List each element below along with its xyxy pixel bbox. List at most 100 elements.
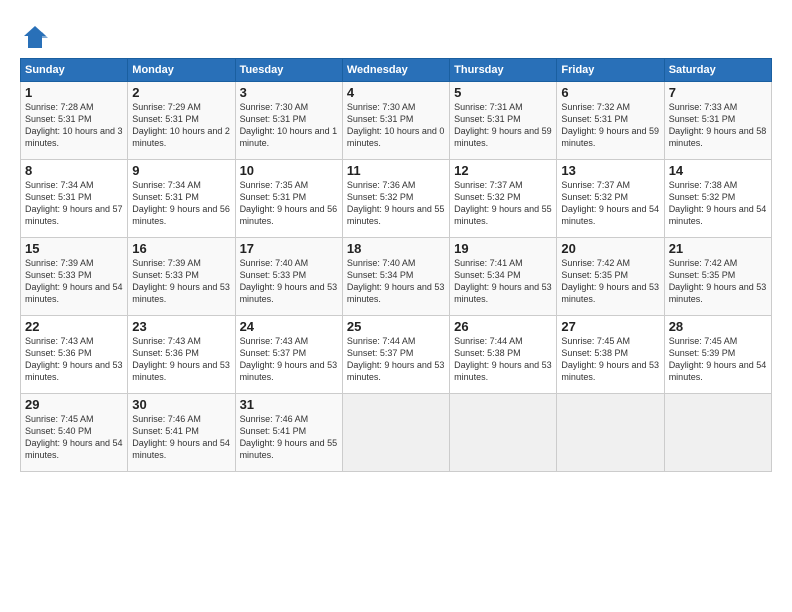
day-number: 2 <box>132 85 230 100</box>
calendar-cell: 13 Sunrise: 7:37 AM Sunset: 5:32 PM Dayl… <box>557 160 664 238</box>
calendar-cell <box>342 394 449 472</box>
calendar-row: 22 Sunrise: 7:43 AM Sunset: 5:36 PM Dayl… <box>21 316 772 394</box>
calendar-cell: 4 Sunrise: 7:30 AM Sunset: 5:31 PM Dayli… <box>342 82 449 160</box>
day-number: 4 <box>347 85 445 100</box>
calendar-cell: 8 Sunrise: 7:34 AM Sunset: 5:31 PM Dayli… <box>21 160 128 238</box>
day-number: 31 <box>240 397 338 412</box>
day-info: Sunrise: 7:39 AM Sunset: 5:33 PM Dayligh… <box>132 257 230 306</box>
day-number: 27 <box>561 319 659 334</box>
day-number: 26 <box>454 319 552 334</box>
day-info: Sunrise: 7:30 AM Sunset: 5:31 PM Dayligh… <box>347 101 445 150</box>
day-number: 1 <box>25 85 123 100</box>
day-number: 8 <box>25 163 123 178</box>
day-info: Sunrise: 7:45 AM Sunset: 5:40 PM Dayligh… <box>25 413 123 462</box>
calendar-cell: 28 Sunrise: 7:45 AM Sunset: 5:39 PM Dayl… <box>664 316 771 394</box>
day-info: Sunrise: 7:44 AM Sunset: 5:37 PM Dayligh… <box>347 335 445 384</box>
calendar-cell: 23 Sunrise: 7:43 AM Sunset: 5:36 PM Dayl… <box>128 316 235 394</box>
day-info: Sunrise: 7:28 AM Sunset: 5:31 PM Dayligh… <box>25 101 123 150</box>
day-info: Sunrise: 7:43 AM Sunset: 5:36 PM Dayligh… <box>25 335 123 384</box>
day-number: 28 <box>669 319 767 334</box>
calendar-cell: 20 Sunrise: 7:42 AM Sunset: 5:35 PM Dayl… <box>557 238 664 316</box>
day-info: Sunrise: 7:42 AM Sunset: 5:35 PM Dayligh… <box>669 257 767 306</box>
day-number: 10 <box>240 163 338 178</box>
day-info: Sunrise: 7:42 AM Sunset: 5:35 PM Dayligh… <box>561 257 659 306</box>
day-info: Sunrise: 7:46 AM Sunset: 5:41 PM Dayligh… <box>240 413 338 462</box>
day-info: Sunrise: 7:31 AM Sunset: 5:31 PM Dayligh… <box>454 101 552 150</box>
day-number: 30 <box>132 397 230 412</box>
weekday-header: Monday <box>128 59 235 82</box>
weekday-header: Thursday <box>450 59 557 82</box>
calendar-cell: 6 Sunrise: 7:32 AM Sunset: 5:31 PM Dayli… <box>557 82 664 160</box>
calendar-cell <box>450 394 557 472</box>
calendar-cell: 19 Sunrise: 7:41 AM Sunset: 5:34 PM Dayl… <box>450 238 557 316</box>
day-number: 15 <box>25 241 123 256</box>
calendar-cell: 26 Sunrise: 7:44 AM Sunset: 5:38 PM Dayl… <box>450 316 557 394</box>
calendar-cell <box>664 394 771 472</box>
day-info: Sunrise: 7:29 AM Sunset: 5:31 PM Dayligh… <box>132 101 230 150</box>
day-number: 17 <box>240 241 338 256</box>
day-info: Sunrise: 7:34 AM Sunset: 5:31 PM Dayligh… <box>25 179 123 228</box>
calendar-header: SundayMondayTuesdayWednesdayThursdayFrid… <box>21 59 772 82</box>
day-info: Sunrise: 7:43 AM Sunset: 5:37 PM Dayligh… <box>240 335 338 384</box>
day-number: 24 <box>240 319 338 334</box>
day-info: Sunrise: 7:32 AM Sunset: 5:31 PM Dayligh… <box>561 101 659 150</box>
day-info: Sunrise: 7:38 AM Sunset: 5:32 PM Dayligh… <box>669 179 767 228</box>
day-number: 7 <box>669 85 767 100</box>
calendar-row: 15 Sunrise: 7:39 AM Sunset: 5:33 PM Dayl… <box>21 238 772 316</box>
calendar-table: SundayMondayTuesdayWednesdayThursdayFrid… <box>20 58 772 472</box>
day-number: 11 <box>347 163 445 178</box>
weekday-header: Wednesday <box>342 59 449 82</box>
calendar-cell: 12 Sunrise: 7:37 AM Sunset: 5:32 PM Dayl… <box>450 160 557 238</box>
weekday-header: Sunday <box>21 59 128 82</box>
calendar-cell: 9 Sunrise: 7:34 AM Sunset: 5:31 PM Dayli… <box>128 160 235 238</box>
calendar-cell: 18 Sunrise: 7:40 AM Sunset: 5:34 PM Dayl… <box>342 238 449 316</box>
calendar-cell: 14 Sunrise: 7:38 AM Sunset: 5:32 PM Dayl… <box>664 160 771 238</box>
calendar-cell: 25 Sunrise: 7:44 AM Sunset: 5:37 PM Dayl… <box>342 316 449 394</box>
day-info: Sunrise: 7:36 AM Sunset: 5:32 PM Dayligh… <box>347 179 445 228</box>
weekday-header: Friday <box>557 59 664 82</box>
day-info: Sunrise: 7:41 AM Sunset: 5:34 PM Dayligh… <box>454 257 552 306</box>
day-info: Sunrise: 7:30 AM Sunset: 5:31 PM Dayligh… <box>240 101 338 150</box>
calendar-cell: 31 Sunrise: 7:46 AM Sunset: 5:41 PM Dayl… <box>235 394 342 472</box>
day-number: 6 <box>561 85 659 100</box>
day-number: 19 <box>454 241 552 256</box>
day-info: Sunrise: 7:37 AM Sunset: 5:32 PM Dayligh… <box>454 179 552 228</box>
day-number: 12 <box>454 163 552 178</box>
day-number: 9 <box>132 163 230 178</box>
weekday-header: Tuesday <box>235 59 342 82</box>
calendar-cell: 1 Sunrise: 7:28 AM Sunset: 5:31 PM Dayli… <box>21 82 128 160</box>
calendar-cell: 22 Sunrise: 7:43 AM Sunset: 5:36 PM Dayl… <box>21 316 128 394</box>
day-info: Sunrise: 7:40 AM Sunset: 5:33 PM Dayligh… <box>240 257 338 306</box>
day-number: 21 <box>669 241 767 256</box>
calendar-row: 29 Sunrise: 7:45 AM Sunset: 5:40 PM Dayl… <box>21 394 772 472</box>
day-info: Sunrise: 7:45 AM Sunset: 5:39 PM Dayligh… <box>669 335 767 384</box>
logo <box>20 22 54 52</box>
day-info: Sunrise: 7:46 AM Sunset: 5:41 PM Dayligh… <box>132 413 230 462</box>
day-info: Sunrise: 7:45 AM Sunset: 5:38 PM Dayligh… <box>561 335 659 384</box>
calendar-cell: 30 Sunrise: 7:46 AM Sunset: 5:41 PM Dayl… <box>128 394 235 472</box>
day-info: Sunrise: 7:34 AM Sunset: 5:31 PM Dayligh… <box>132 179 230 228</box>
calendar-cell: 15 Sunrise: 7:39 AM Sunset: 5:33 PM Dayl… <box>21 238 128 316</box>
day-number: 22 <box>25 319 123 334</box>
day-info: Sunrise: 7:33 AM Sunset: 5:31 PM Dayligh… <box>669 101 767 150</box>
day-number: 25 <box>347 319 445 334</box>
day-number: 16 <box>132 241 230 256</box>
calendar-cell <box>557 394 664 472</box>
day-number: 14 <box>669 163 767 178</box>
calendar-cell: 29 Sunrise: 7:45 AM Sunset: 5:40 PM Dayl… <box>21 394 128 472</box>
calendar-cell: 17 Sunrise: 7:40 AM Sunset: 5:33 PM Dayl… <box>235 238 342 316</box>
calendar-row: 8 Sunrise: 7:34 AM Sunset: 5:31 PM Dayli… <box>21 160 772 238</box>
day-number: 3 <box>240 85 338 100</box>
day-number: 20 <box>561 241 659 256</box>
calendar-cell: 7 Sunrise: 7:33 AM Sunset: 5:31 PM Dayli… <box>664 82 771 160</box>
calendar-cell: 21 Sunrise: 7:42 AM Sunset: 5:35 PM Dayl… <box>664 238 771 316</box>
day-info: Sunrise: 7:40 AM Sunset: 5:34 PM Dayligh… <box>347 257 445 306</box>
calendar-cell: 16 Sunrise: 7:39 AM Sunset: 5:33 PM Dayl… <box>128 238 235 316</box>
day-number: 29 <box>25 397 123 412</box>
calendar-cell: 27 Sunrise: 7:45 AM Sunset: 5:38 PM Dayl… <box>557 316 664 394</box>
day-number: 13 <box>561 163 659 178</box>
day-info: Sunrise: 7:43 AM Sunset: 5:36 PM Dayligh… <box>132 335 230 384</box>
calendar-row: 1 Sunrise: 7:28 AM Sunset: 5:31 PM Dayli… <box>21 82 772 160</box>
calendar-cell: 24 Sunrise: 7:43 AM Sunset: 5:37 PM Dayl… <box>235 316 342 394</box>
day-number: 23 <box>132 319 230 334</box>
